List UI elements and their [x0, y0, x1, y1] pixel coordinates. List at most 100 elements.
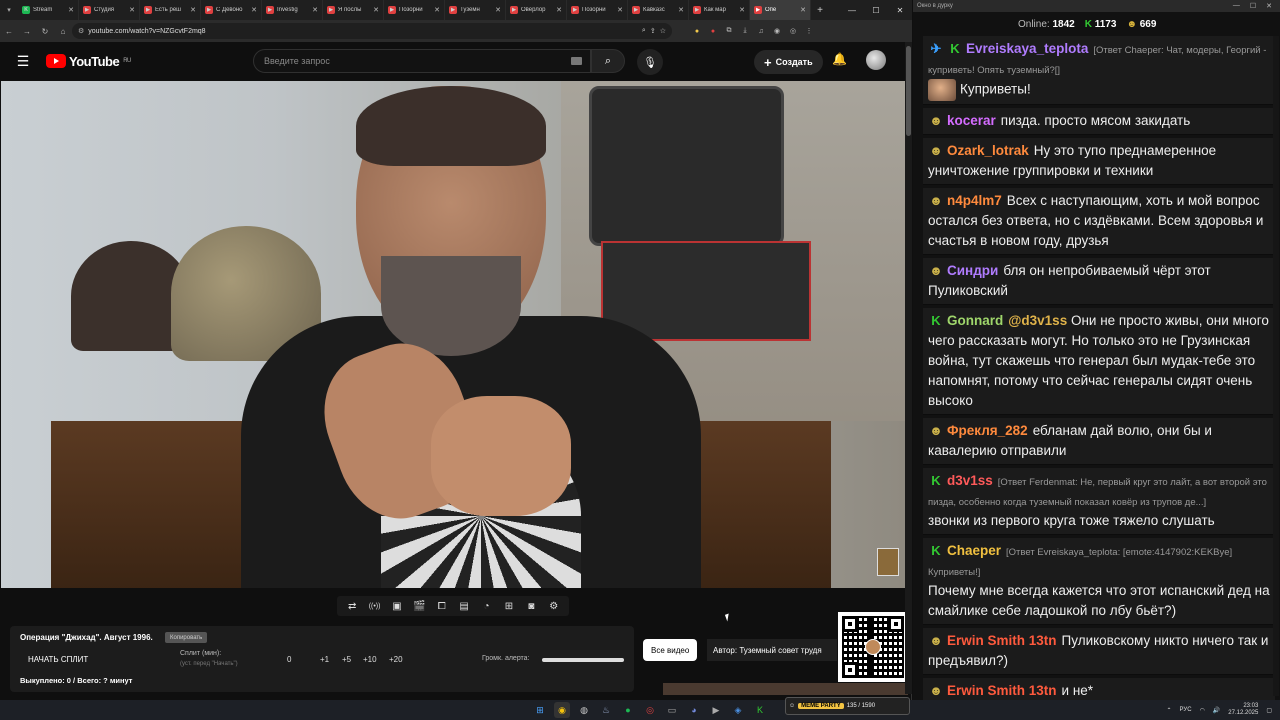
- chat-username[interactable]: Evreiskaya_teplota: [966, 41, 1088, 56]
- avatar[interactable]: [866, 50, 886, 70]
- media-icon[interactable]: ♫: [756, 26, 766, 36]
- tray-chevron-icon[interactable]: ⌃: [1167, 707, 1172, 714]
- chat-username[interactable]: Ozark_lotrak: [947, 143, 1029, 158]
- crop-icon[interactable]: ⧠: [434, 601, 450, 612]
- clapper-icon[interactable]: 🎬: [411, 601, 427, 612]
- site-info-icon[interactable]: ⚙: [78, 27, 84, 35]
- chat-username[interactable]: n4p4lm7: [947, 193, 1002, 208]
- screen-icon[interactable]: ▣: [389, 601, 405, 612]
- maximize-icon[interactable]: ☐: [1250, 2, 1256, 10]
- new-tab-button[interactable]: +: [811, 5, 829, 16]
- chat-username[interactable]: Gonnard: [947, 313, 1003, 328]
- maximize-icon[interactable]: ☐: [864, 0, 888, 20]
- tab-close-icon[interactable]: ✕: [68, 6, 74, 14]
- hamburger-menu-icon[interactable]: ☰: [0, 53, 46, 70]
- chat-username[interactable]: d3v1ss: [947, 473, 993, 488]
- extension-icon[interactable]: ●: [692, 26, 702, 36]
- chat-username[interactable]: Chaeper: [947, 543, 1001, 558]
- broadcast-icon[interactable]: ((•)): [367, 603, 383, 610]
- browser-tab[interactable]: ▶ Туземн ✕: [445, 0, 506, 20]
- tab-close-icon[interactable]: ✕: [678, 6, 684, 14]
- film-icon[interactable]: ▤: [456, 601, 472, 612]
- chat-scrollbar[interactable]: [1273, 36, 1279, 696]
- video-player[interactable]: [1, 81, 905, 588]
- app-icon[interactable]: ▭: [664, 702, 680, 718]
- copy-button[interactable]: Копировать: [165, 632, 208, 643]
- browser-tab[interactable]: ▶ Есть реш ✕: [140, 0, 201, 20]
- search-input[interactable]: Введите запрос: [253, 49, 591, 73]
- search-button[interactable]: ⌕: [591, 49, 625, 73]
- browser-tab[interactable]: ▶ Investig ✕: [262, 0, 323, 20]
- keyboard-icon[interactable]: [571, 57, 582, 65]
- browser-tab[interactable]: ▶ Кавказс ✕: [628, 0, 689, 20]
- browser-tab[interactable]: ▶ Позорни ✕: [567, 0, 628, 20]
- browser-tab[interactable]: K Stream ✕: [18, 0, 79, 20]
- install-icon[interactable]: ⇪: [650, 27, 656, 35]
- minimize-icon[interactable]: —: [840, 0, 864, 20]
- extension-icon[interactable]: ●: [708, 26, 718, 36]
- mic-icon[interactable]: 🎙: [637, 49, 663, 75]
- repeat-icon[interactable]: ⇄: [344, 601, 360, 612]
- increment-button[interactable]: +1: [320, 655, 329, 664]
- tab-close-icon[interactable]: ✕: [312, 6, 318, 14]
- tab-close-icon[interactable]: ✕: [495, 6, 501, 14]
- all-videos-button[interactable]: Все видео: [643, 639, 698, 661]
- bookmark-star-icon[interactable]: ☆: [660, 27, 666, 35]
- browser-tab[interactable]: ▶ Оверлор ✕: [506, 0, 567, 20]
- camera-icon[interactable]: ◙: [523, 601, 539, 612]
- increment-button[interactable]: +5: [342, 655, 351, 664]
- chat-username[interactable]: Erwin Smith 13tn: [947, 633, 1057, 648]
- tab-close-icon[interactable]: ✕: [800, 6, 806, 14]
- browser-tab[interactable]: ▶ Позорни ✕: [384, 0, 445, 20]
- tab-close-icon[interactable]: ✕: [556, 6, 562, 14]
- browser-menu-icon[interactable]: ⋮: [804, 26, 814, 36]
- windows-start-icon[interactable]: ⊞: [532, 702, 548, 718]
- tab-close-icon[interactable]: ✕: [129, 6, 135, 14]
- tab-close-icon[interactable]: ✕: [373, 6, 379, 14]
- browser-tab[interactable]: ▶ Студия ✕: [79, 0, 140, 20]
- account-icon[interactable]: ◎: [788, 26, 798, 36]
- chat-username[interactable]: Фрекля_282: [947, 423, 1028, 438]
- start-split-button[interactable]: НАЧАТЬ СПЛИТ: [28, 655, 88, 664]
- discord-icon[interactable]: ◕: [686, 702, 702, 718]
- chrome-icon[interactable]: ◉: [554, 702, 570, 718]
- app-icon[interactable]: ◎: [642, 702, 658, 718]
- tab-close-icon[interactable]: ✕: [190, 6, 196, 14]
- chat-username[interactable]: Erwin Smith 13tn: [947, 683, 1057, 698]
- spotify-icon[interactable]: ●: [620, 702, 636, 718]
- chat-mention[interactable]: @d3v1ss: [1008, 313, 1067, 328]
- youtube-logo[interactable]: YouTube RU: [46, 54, 131, 69]
- tab-menu-icon[interactable]: ▾: [0, 0, 18, 20]
- notifications-bell-icon[interactable]: 🔔: [832, 52, 847, 66]
- reload-icon[interactable]: ↻: [36, 27, 54, 36]
- alert-volume-slider[interactable]: [542, 658, 624, 662]
- increment-button[interactable]: +20: [389, 655, 403, 664]
- close-icon[interactable]: ✕: [888, 0, 912, 20]
- extensions-puzzle-icon[interactable]: ⧉: [724, 26, 734, 36]
- player-icon[interactable]: ▶: [708, 702, 724, 718]
- speed-icon[interactable]: ◔: [479, 601, 495, 612]
- forward-icon[interactable]: →: [18, 27, 36, 36]
- add-media-icon[interactable]: ⊞: [501, 601, 517, 612]
- tab-close-icon[interactable]: ✕: [251, 6, 257, 14]
- close-icon[interactable]: ✕: [1266, 2, 1272, 10]
- tab-close-icon[interactable]: ✕: [617, 6, 623, 14]
- kick-app-icon[interactable]: K: [752, 702, 768, 718]
- downloads-icon[interactable]: ⤓: [740, 26, 750, 36]
- url-field[interactable]: ⚙ youtube.com/watch?v=NZGcvtF2mq8 ⌕ ⇪ ☆: [72, 23, 672, 39]
- back-icon[interactable]: ←: [0, 27, 18, 36]
- volume-icon[interactable]: 🔊: [1213, 707, 1220, 714]
- app-icon[interactable]: ◈: [730, 702, 746, 718]
- home-icon[interactable]: ⌂: [54, 27, 72, 36]
- zoom-icon[interactable]: ⌕: [642, 27, 646, 35]
- browser-tab[interactable]: ▶ С Девоно ✕: [201, 0, 262, 20]
- language-indicator[interactable]: РУС: [1180, 707, 1192, 713]
- wifi-icon[interactable]: ◠: [1200, 707, 1205, 714]
- chat-username[interactable]: Синдри: [947, 263, 998, 278]
- browser-tab[interactable]: ▶ Опе ✕: [750, 0, 811, 20]
- obs-icon[interactable]: ◍: [576, 702, 592, 718]
- browser-tab[interactable]: ▶ Как мар ✕: [689, 0, 750, 20]
- browser-tab[interactable]: ▶ Я послы ✕: [323, 0, 384, 20]
- create-button[interactable]: + Создать: [754, 50, 823, 74]
- video-thumbnail[interactable]: [877, 548, 899, 576]
